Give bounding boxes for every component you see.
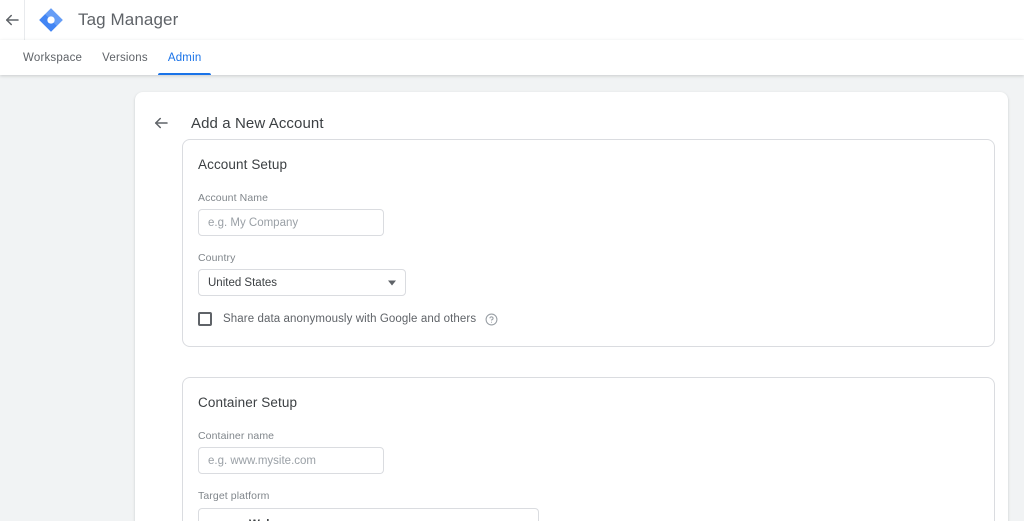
container-name-input[interactable] xyxy=(198,447,384,474)
account-setup-panel: Account Setup Account Name Country Unite… xyxy=(182,139,995,347)
container-setup-panel: Container Setup Container name Target pl… xyxy=(182,377,995,521)
share-data-label: Share data anonymously with Google and o… xyxy=(223,313,477,325)
card-header: Add a New Account xyxy=(135,92,1008,139)
account-name-field: Account Name xyxy=(198,192,979,236)
page-title: Add a New Account xyxy=(191,114,324,132)
target-platform-list: Web For use on desktop and mobile web pa… xyxy=(198,508,539,521)
app-header: Tag Manager xyxy=(0,0,1024,40)
app-title: Tag Manager xyxy=(78,9,179,29)
share-data-row: Share data anonymously with Google and o… xyxy=(198,312,979,326)
target-platform-field: Target platform Web For use on deskt xyxy=(198,490,979,521)
account-name-label: Account Name xyxy=(198,192,269,204)
header-back-button[interactable] xyxy=(0,0,24,40)
tag-manager-logo xyxy=(39,7,63,32)
target-platform-label: Target platform xyxy=(198,490,270,502)
tab-admin[interactable]: Admin xyxy=(157,52,212,75)
add-account-card: Add a New Account Account Setup Account … xyxy=(135,92,1008,521)
tab-versions[interactable]: Versions xyxy=(92,52,158,75)
share-data-checkbox[interactable] xyxy=(198,312,212,326)
primary-tab-bar: Workspace Versions Admin xyxy=(0,40,1024,75)
country-selected-value: United States xyxy=(208,276,278,289)
country-select[interactable]: United States xyxy=(198,269,406,296)
container-name-label: Container name xyxy=(198,430,275,442)
platform-option-web[interactable]: Web For use on desktop and mobile web pa… xyxy=(199,509,538,521)
country-field: Country United States xyxy=(198,252,979,296)
container-setup-title: Container Setup xyxy=(198,395,298,410)
arrow-left-icon xyxy=(6,14,19,25)
account-name-input[interactable] xyxy=(198,209,384,236)
page-content-area: Add a New Account Account Setup Account … xyxy=(0,75,1024,521)
country-label: Country xyxy=(198,252,236,264)
account-setup-title: Account Setup xyxy=(198,157,288,172)
help-circle-icon[interactable] xyxy=(485,313,498,326)
brand-area[interactable]: Tag Manager xyxy=(25,7,178,33)
tab-workspace[interactable]: Workspace xyxy=(13,52,92,75)
container-name-field: Container name xyxy=(198,430,979,474)
card-back-button[interactable] xyxy=(152,114,170,132)
